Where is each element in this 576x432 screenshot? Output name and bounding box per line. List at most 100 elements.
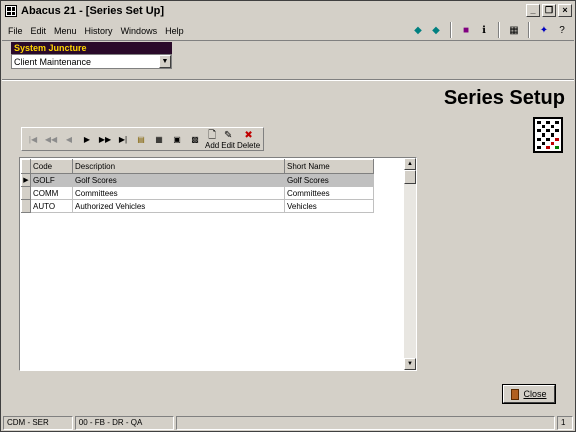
menu-file[interactable]: File [8,25,23,37]
abacus-bead [541,133,546,137]
app-window: Abacus 21 - [Series Set Up] _ ❐ × File E… [0,0,576,432]
scroll-thumb[interactable] [404,170,416,184]
row-indicator [21,199,31,213]
toolbar-separator [528,22,530,38]
edit-button[interactable]: ✎ Edit [220,128,236,150]
abacus-bead [537,129,541,133]
column-header-code[interactable]: Code [30,159,73,174]
abacus-bead [546,141,550,145]
abacus-bead [555,133,559,137]
form-view-icon[interactable]: ▣ [168,129,186,149]
abacus-bead [537,145,541,149]
abacus-bead [546,133,550,137]
prev-record-icon[interactable]: ◀ [60,129,78,149]
juncture-label: System Juncture [11,42,172,54]
edit-document-icon: ✎ [223,130,233,141]
cell-short-name[interactable]: Committees [284,186,374,200]
menu-help[interactable]: Help [165,25,184,37]
abacus-bead [555,141,559,145]
abacus-bead [555,125,559,129]
abacus-bead [537,121,541,125]
juncture-value: Client Maintenance [14,56,92,67]
cell-code[interactable]: AUTO [30,199,73,213]
row-indicator-header [21,159,31,174]
delete-button[interactable]: ✖ Delete [236,128,261,150]
prev-page-icon[interactable]: ◀◀ [42,129,60,149]
delete-icon: ✖ [244,130,253,141]
abacus-logo-icon [533,117,563,153]
info-icon[interactable]: ℹ [476,22,492,38]
status-codes: 00 - FB - DR - QA [74,416,175,430]
print-icon[interactable]: ▩ [186,129,204,149]
abacus-bead [541,129,546,133]
restore-button[interactable]: ❐ [542,4,556,17]
edit-label: Edit [221,141,236,150]
title-bar[interactable]: Abacus 21 - [Series Set Up] _ ❐ × [2,2,574,20]
cell-code[interactable]: GOLF [30,173,73,187]
table-row[interactable]: ▶ GOLF Golf Scores Golf Scores [21,173,374,187]
vertical-scrollbar[interactable]: ▲ ▼ [404,158,416,370]
abacus-bead [546,145,550,149]
minimize-button[interactable]: _ [526,4,540,17]
next-page-icon[interactable]: ▶▶ [96,129,114,149]
menu-windows[interactable]: Windows [121,25,158,37]
abacus-bead [555,129,559,133]
table-row[interactable]: COMM Committees Committees [21,186,374,200]
first-record-icon[interactable]: |◀ [24,129,42,149]
menu-menu[interactable]: Menu [54,25,77,37]
series-grid[interactable]: Code Description Short Name ▶ GOLF Golf … [19,157,417,371]
toolbar-separator [498,22,500,38]
abacus-bead [541,145,546,149]
back-arrow-icon[interactable]: ◆ [410,22,426,38]
abacus-bead [550,133,555,137]
app-icon[interactable] [5,5,17,17]
cell-description[interactable]: Golf Scores [72,173,285,187]
next-record-icon[interactable]: ▶ [78,129,96,149]
help-icon[interactable]: ? [554,22,570,38]
forward-arrow-icon[interactable]: ◆ [428,22,444,38]
record-toolbar: |◀ ◀◀ ◀ ▶ ▶▶ ▶| ▤ ▦ ▣ ▩ 🗋 Add ✎ Edit ✖ D… [21,127,265,151]
menu-edit[interactable]: Edit [31,25,47,37]
menu-bar: File Edit Menu History Windows Help ◆ ◆ … [2,21,574,41]
abacus-bead [546,125,550,129]
abacus-bead [546,121,550,125]
column-header-short-name[interactable]: Short Name [284,159,374,174]
abacus-bead [541,141,546,145]
close-window-button[interactable]: × [558,4,572,17]
scroll-down-icon[interactable]: ▼ [404,358,416,370]
grid-view-icon[interactable]: ▦ [150,129,168,149]
close-button[interactable]: Close [502,384,556,404]
cell-short-name[interactable]: Golf Scores [284,173,374,187]
status-message [176,416,556,430]
run-icon[interactable]: ✦ [536,22,552,38]
scroll-up-icon[interactable]: ▲ [404,158,416,170]
calculator-icon[interactable]: ▦ [506,22,522,38]
abacus-bead [555,137,559,141]
column-header-description[interactable]: Description [72,159,285,174]
juncture-select[interactable]: Client Maintenance ▼ [11,54,172,69]
last-record-icon[interactable]: ▶| [114,129,132,149]
abacus-bead [546,137,550,141]
cell-description[interactable]: Authorized Vehicles [72,199,285,213]
new-document-icon: 🗋 [208,130,217,141]
add-button[interactable]: 🗋 Add [204,128,220,150]
close-label: Close [523,389,547,399]
book-icon[interactable]: ■ [458,22,474,38]
filter-icon[interactable]: ▤ [132,129,150,149]
abacus-bead [550,121,555,125]
abacus-bead [555,121,559,125]
page-title: Series Setup [443,87,565,109]
menu-history[interactable]: History [85,25,113,37]
divider [2,79,574,81]
door-icon [511,388,520,400]
cell-code[interactable]: COMM [30,186,73,200]
cell-description[interactable]: Committees [72,186,285,200]
status-module: CDM - SER [3,416,73,430]
abacus-bead [541,137,546,141]
add-label: Add [205,141,220,150]
cell-short-name[interactable]: Vehicles [284,199,374,213]
chevron-down-icon[interactable]: ▼ [159,55,171,68]
table-row[interactable]: AUTO Authorized Vehicles Vehicles [21,199,374,213]
abacus-bead [537,125,541,129]
status-page: 1 [557,416,573,430]
